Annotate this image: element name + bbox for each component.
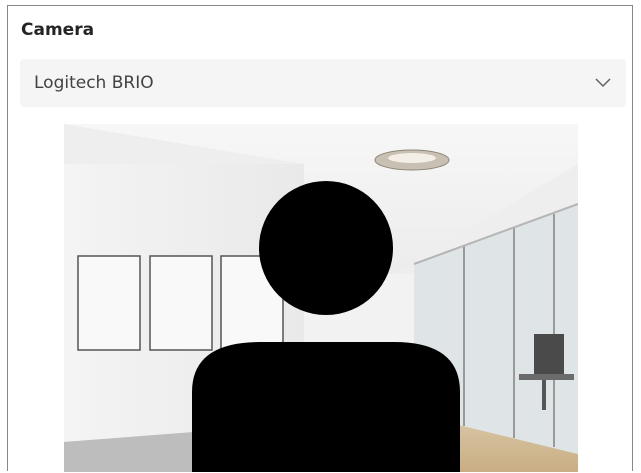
chevron-down-icon xyxy=(595,78,611,88)
camera-section-title: Camera xyxy=(21,20,95,40)
camera-device-selected: Logitech BRIO xyxy=(34,73,154,93)
camera-device-dropdown[interactable]: Logitech BRIO xyxy=(20,59,626,107)
background-office-image xyxy=(64,124,578,472)
camera-settings-panel: Camera Logitech BRIO xyxy=(7,5,633,472)
camera-preview xyxy=(64,124,578,472)
